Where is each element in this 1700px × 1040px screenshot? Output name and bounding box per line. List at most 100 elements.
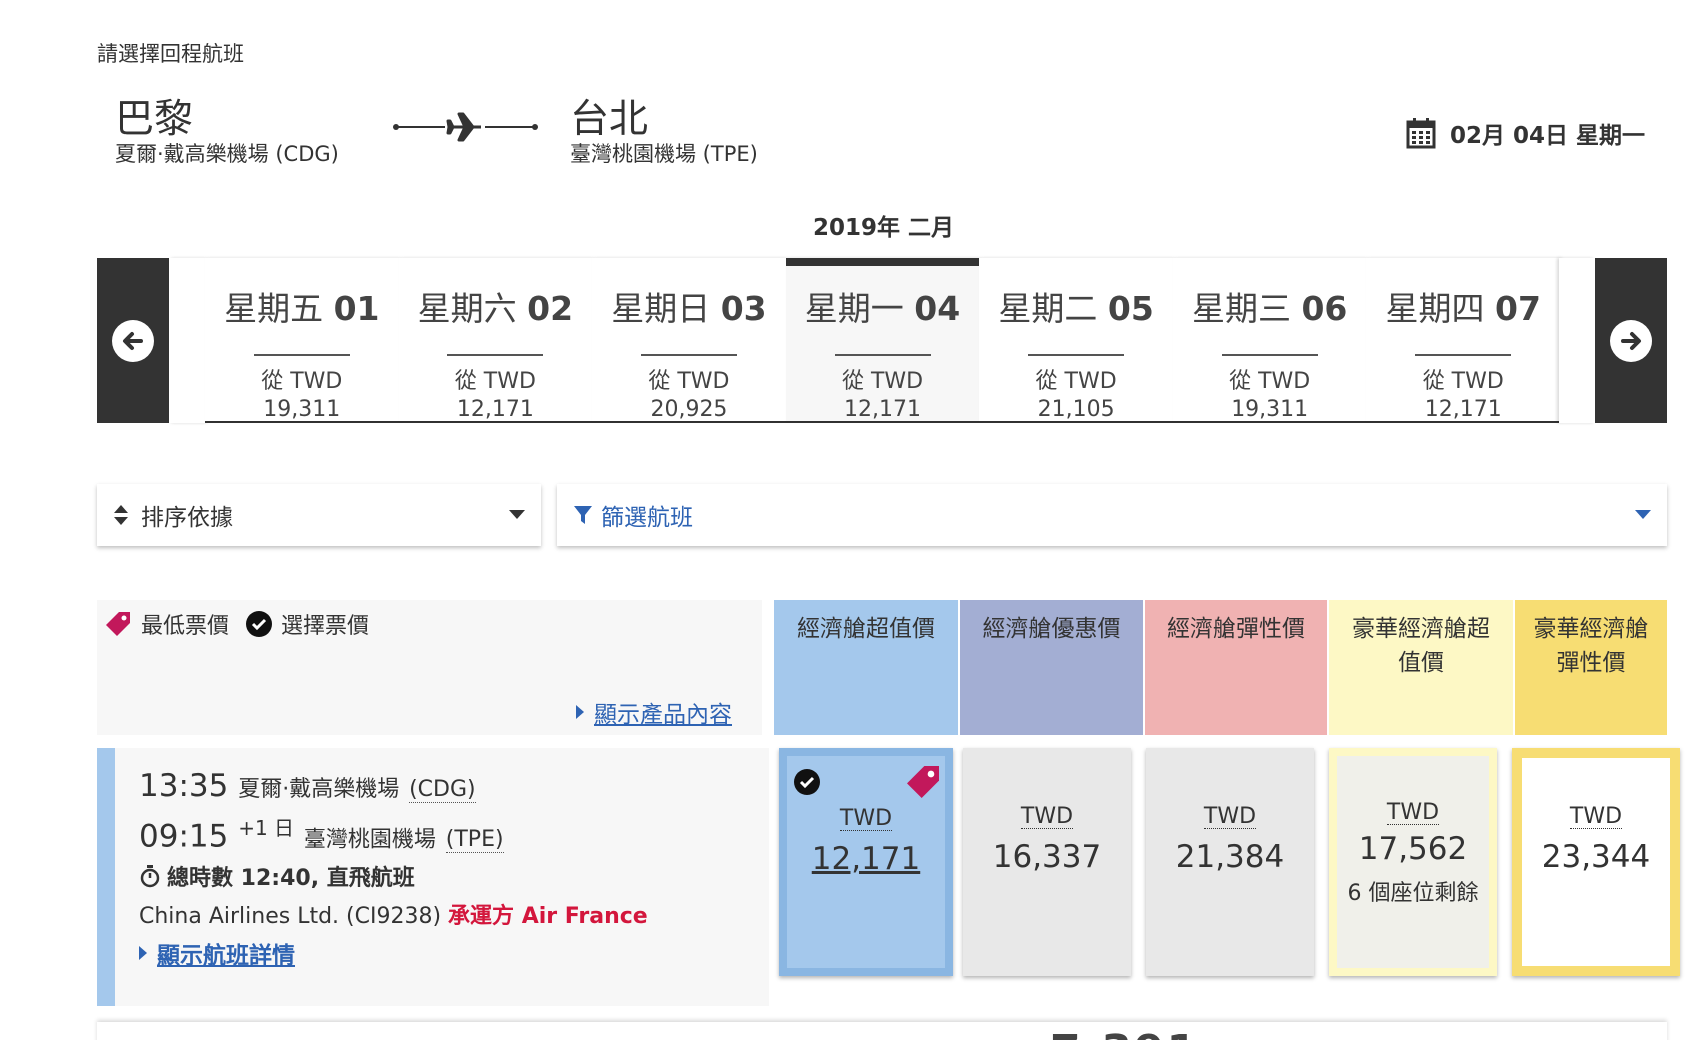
prev-week-button[interactable] [97, 258, 169, 423]
date-from: 從 TWD [1035, 369, 1117, 394]
caret-down-icon [1635, 510, 1651, 519]
fare-amount: 23,344 [1541, 839, 1651, 875]
dep-time: 13:35 [139, 768, 229, 804]
filter-dropdown[interactable]: 篩選航班 [557, 484, 1667, 546]
dep-airport: 夏爾·戴高樂機場 [238, 777, 400, 802]
divider [640, 354, 737, 356]
fare-option[interactable]: TWD 17,562 6 個座位剩餘 [1329, 748, 1497, 976]
date-cell[interactable]: 星期二 05 從 TWD 21,105 [979, 258, 1173, 422]
fare-class-header: 豪華經濟艙超值價 [1329, 600, 1513, 735]
fare-currency: TWD [839, 806, 893, 831]
date-price: 21,105 [1037, 397, 1115, 422]
dest-airport: 臺灣桃園機場 (TPE) [570, 142, 758, 166]
date-day: 星期日 03 [611, 289, 767, 328]
date-from: 從 TWD [454, 369, 536, 394]
selected-date[interactable]: 02月 04日 星期一 [1406, 116, 1645, 150]
caret-right-icon [139, 946, 147, 960]
date-carousel: 星期五 01 從 TWD 19,311 星期六 02 從 TWD 12,171 … [97, 258, 1667, 423]
date-cell-selected[interactable]: 星期一 04 從 TWD 12,171 [785, 258, 980, 422]
date-cell[interactable]: 星期六 02 從 TWD 12,171 [398, 258, 593, 422]
check-circle-icon [246, 611, 273, 637]
fare-amount: 16,337 [992, 839, 1102, 875]
date-cell[interactable]: 星期五 01 從 TWD 19,311 [205, 258, 399, 422]
destination: 台北 臺灣桃園機場 (TPE) [570, 98, 758, 168]
date-price: 19,311 [263, 397, 341, 422]
divider [447, 354, 544, 356]
arrival: 09:15 +1 日 臺灣桃園機場 (TPE) [139, 812, 504, 854]
page-title: 請選擇回程航班 [97, 42, 244, 66]
divider [1221, 354, 1318, 356]
filter-label: 篩選航班 [601, 505, 693, 531]
origin: 巴黎 夏爾·戴高樂機場 (CDG) [115, 98, 339, 168]
month-label: 2019年 二月 [813, 215, 955, 241]
date-price: 20,925 [650, 397, 728, 422]
flight-card: 13:35 夏爾·戴高樂機場 (CDG) 09:15 +1 日 臺灣桃園機場 (… [97, 748, 769, 1006]
date-price: 12,171 [456, 397, 534, 422]
divider [1415, 354, 1512, 356]
airline-info: China Airlines Ltd. (CI9238) 承運方 Air Fra… [139, 898, 648, 930]
dep-code: (CDG) [409, 777, 476, 803]
origin-airport: 夏爾·戴高樂機場 (CDG) [115, 142, 339, 166]
legend-items: 最低票價 選擇票價 [103, 608, 369, 640]
divider [1028, 354, 1125, 356]
arrow-left-icon [112, 319, 154, 362]
sort-label: 排序依據 [141, 505, 233, 531]
date-price: 12,171 [844, 397, 922, 422]
show-products-link[interactable]: 顯示產品內容 [576, 695, 732, 729]
date-day: 星期三 06 [1191, 289, 1348, 328]
fare-currency: TWD [1569, 804, 1623, 829]
fare-legend: 最低票價 選擇票價 顯示產品內容 [97, 600, 762, 735]
sort-dropdown[interactable]: 排序依據 [97, 484, 541, 546]
fare-option[interactable]: TWD 16,337 [963, 748, 1131, 976]
next-flight-row [97, 1022, 1667, 1040]
filter-icon [574, 506, 592, 524]
caret-down-icon [509, 510, 525, 519]
date-price: 19,311 [1231, 397, 1309, 422]
divider [834, 354, 931, 356]
date-from: 從 TWD [1422, 369, 1504, 394]
check-circle-icon [794, 769, 820, 795]
legend-lowest: 最低票價 [103, 608, 229, 640]
fare-class-header: 經濟艙彈性價 [1145, 600, 1327, 735]
flight-details-link[interactable]: 顯示航班詳情 [139, 936, 295, 970]
date-from: 從 TWD [648, 369, 730, 394]
fare-class-header: 豪華經濟艙彈性價 [1515, 600, 1667, 735]
fare-class-header: 經濟艙超值價 [774, 600, 958, 735]
fare-currency: TWD [1203, 804, 1257, 829]
route-header: 巴黎 夏爾·戴高樂機場 (CDG) 台北 臺灣桃園機場 (TPE) 02月 04… [115, 98, 1645, 178]
arrow-right-icon [1610, 319, 1652, 362]
fare-amount: 12,171 [811, 841, 921, 877]
date-day: 星期六 02 [417, 289, 574, 328]
date-day: 星期一 04 [804, 289, 961, 328]
fare-option[interactable]: TWD 21,384 [1146, 748, 1314, 976]
return-flight-page: 請選擇回程航班 巴黎 夏爾·戴高樂機場 (CDG) 台北 臺灣桃園機場 (TPE… [0, 0, 1700, 1040]
date-cell[interactable]: 星期日 03 從 TWD 20,925 [592, 258, 786, 422]
arr-time: 09:15 [139, 818, 229, 855]
divider [253, 354, 350, 356]
airline: China Airlines Ltd. (CI9238) [139, 904, 442, 929]
fare-option[interactable]: TWD 23,344 [1512, 748, 1680, 976]
fare-amount: 17,562 [1358, 831, 1468, 867]
origin-city: 巴黎 [115, 97, 194, 142]
price-tag-icon [106, 612, 130, 636]
date-cell[interactable]: 星期三 06 從 TWD 19,311 [1172, 258, 1367, 422]
sort-icon [114, 505, 128, 525]
fare-currency: TWD [1386, 800, 1440, 825]
date-from: 從 TWD [1229, 369, 1311, 394]
legend-selected: 選擇票價 [245, 608, 369, 640]
stopwatch-icon [140, 865, 160, 888]
date-cells: 星期五 01 從 TWD 19,311 星期六 02 從 TWD 12,171 … [205, 258, 1561, 423]
fare-class-header: 經濟艙優惠價 [960, 600, 1143, 735]
arr-code: (TPE) [445, 827, 504, 854]
next-row-price: 7,391 [1050, 1026, 1199, 1040]
arr-day-offset: +1 日 [238, 816, 295, 840]
date-day: 星期二 05 [998, 289, 1154, 328]
fare-option-selected[interactable]: TWD 12,171 [779, 748, 953, 976]
next-week-button[interactable] [1595, 258, 1667, 423]
plane-arrow-icon [393, 112, 538, 142]
fare-currency: TWD [1020, 804, 1074, 829]
calendar-icon [1406, 118, 1436, 149]
date-cell[interactable]: 星期四 07 從 TWD 12,171 [1366, 258, 1561, 422]
date-day: 星期四 07 [1385, 289, 1541, 328]
date-cell-partial [169, 258, 205, 423]
